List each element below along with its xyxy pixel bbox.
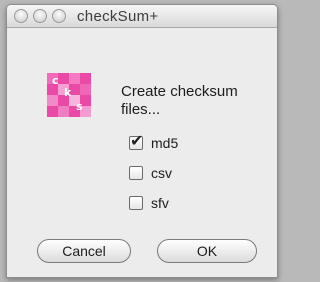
dialog-message: Create checksum files... xyxy=(121,83,238,118)
checkmark-icon: ✔ xyxy=(130,131,144,150)
app-icon-letter-c: c xyxy=(52,74,59,87)
ok-button[interactable]: OK xyxy=(157,239,257,263)
app-icon-letter-s: s xyxy=(76,100,83,113)
title-bar[interactable]: checkSum+ xyxy=(7,5,277,28)
dialog-window: checkSum+ c k s Create checksum files...… xyxy=(6,4,278,278)
cancel-button[interactable]: Cancel xyxy=(37,239,131,263)
zoom-window-button[interactable] xyxy=(52,9,66,23)
app-icon-letter-k: k xyxy=(64,86,72,99)
close-window-button[interactable] xyxy=(14,9,28,23)
md5-label[interactable]: md5 xyxy=(151,135,178,151)
sfv-label[interactable]: sfv xyxy=(151,195,169,211)
minimize-window-button[interactable] xyxy=(33,9,47,23)
csv-label[interactable]: csv xyxy=(151,165,172,181)
window-title: checkSum+ xyxy=(77,8,159,25)
checkbox-box[interactable] xyxy=(129,196,143,210)
checkbox-box[interactable] xyxy=(129,166,143,180)
app-icon: c k s xyxy=(47,73,91,117)
